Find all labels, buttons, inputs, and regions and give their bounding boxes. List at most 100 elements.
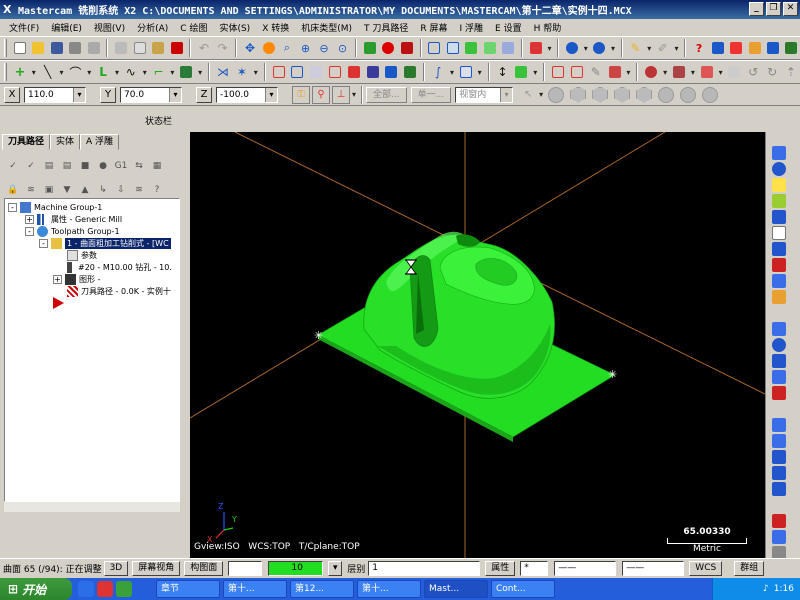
autocursor-dropdown[interactable]	[350, 86, 358, 104]
polygon-select-icon[interactable]	[658, 86, 675, 103]
ie-icon[interactable]	[78, 581, 94, 597]
solid-table-icon[interactable]	[772, 530, 786, 544]
line-style-field[interactable]: ——	[554, 561, 617, 576]
collapse-icon[interactable]: -	[8, 202, 17, 212]
fit-screen-icon[interactable]	[260, 39, 277, 57]
menu-analyze[interactable]: 分析(A)	[131, 21, 174, 34]
red-cube-icon[interactable]	[772, 386, 786, 400]
area-select-icon[interactable]	[614, 86, 631, 103]
translate-icon[interactable]	[326, 63, 344, 81]
solid-chamfer-icon[interactable]	[670, 63, 688, 81]
surface-dropdown[interactable]	[448, 63, 456, 81]
single-select-icon[interactable]	[636, 86, 653, 103]
shell-icon[interactable]	[772, 466, 786, 480]
layers-icon[interactable]	[772, 274, 786, 288]
gview-dropdown[interactable]	[582, 39, 590, 57]
construction-plane-button[interactable]: 构图面	[184, 561, 224, 576]
highfeed-icon[interactable]: ⇆	[131, 158, 147, 174]
repaint-icon[interactable]	[380, 39, 397, 57]
modify-dropdown[interactable]	[624, 63, 632, 81]
verify-ops-icon[interactable]: ●	[95, 158, 111, 174]
tool-manager-icon[interactable]	[783, 39, 800, 57]
tab-solids[interactable]: 实体	[50, 134, 81, 150]
help-ops-icon[interactable]: ?	[149, 182, 165, 198]
spline-dropdown[interactable]	[141, 63, 149, 81]
solid-fillet-dropdown[interactable]	[717, 63, 725, 81]
arrow-down-icon[interactable]	[772, 370, 786, 384]
menu-machine-type[interactable]: 机床类型(M)	[295, 21, 358, 34]
selection-mode-dropdown[interactable]: ▾	[500, 87, 513, 102]
arc-dropdown[interactable]	[85, 63, 93, 81]
single-display-icon[interactable]: ≋	[131, 182, 147, 198]
window-select-icon[interactable]	[592, 86, 609, 103]
task-chapter-10b[interactable]: 第十...	[357, 580, 421, 598]
minimize-button[interactable]: _	[749, 2, 764, 16]
z-coord-field[interactable]: -100.0 ▾	[216, 86, 278, 103]
autocursor-icon[interactable]: ⊥	[332, 85, 350, 104]
post-icon[interactable]	[764, 39, 781, 57]
stretch-icon[interactable]	[383, 63, 401, 81]
move-down-icon[interactable]: ▼	[59, 182, 75, 198]
scroll-insert-icon[interactable]: ⇩	[113, 182, 129, 198]
end-selection-icon[interactable]	[702, 86, 719, 103]
z-coord-button[interactable]: Z	[196, 86, 212, 103]
delete-ops-icon[interactable]: ▦	[149, 158, 165, 174]
render-cube-icon[interactable]	[527, 39, 544, 57]
restore-button[interactable]: ❐	[766, 2, 781, 16]
task-chapter[interactable]: 章节	[156, 580, 220, 598]
help-question-icon[interactable]: ?	[690, 39, 707, 57]
regenerate-dirty-icon[interactable]: ▤	[59, 158, 75, 174]
grid-table-icon[interactable]	[549, 63, 567, 81]
delete-icon[interactable]	[168, 39, 185, 57]
menu-screen[interactable]: R 屏幕	[414, 21, 453, 34]
x-coord-field[interactable]: 110.0 ▾	[24, 86, 86, 103]
backplot-ops-icon[interactable]: ■	[77, 158, 93, 174]
toolbar-grip[interactable]	[4, 39, 7, 57]
revolve-blue-icon[interactable]	[772, 338, 786, 352]
task-chapter-10a[interactable]: 第十...	[223, 580, 287, 598]
scale-icon[interactable]	[307, 63, 325, 81]
undo-icon[interactable]: ↶	[195, 39, 212, 57]
start-button[interactable]: ⊞ 开始	[0, 578, 72, 600]
edit-pencil-icon[interactable]: ✎	[587, 63, 605, 81]
menu-file[interactable]: 文件(F)	[3, 21, 45, 34]
lock-icon[interactable]: ⚿	[292, 85, 310, 104]
x-coord-dropdown[interactable]: ▾	[73, 87, 85, 102]
menu-edit[interactable]: 编辑(E)	[45, 21, 88, 34]
solid-dropdown[interactable]	[661, 63, 669, 81]
menu-settings[interactable]: E 设置	[489, 21, 528, 34]
new-file-icon[interactable]	[11, 39, 28, 57]
arc-arrow-icon[interactable]	[772, 354, 786, 368]
surface-icon[interactable]: ∫	[429, 63, 447, 81]
shaded-cube-icon[interactable]	[463, 39, 480, 57]
app-green-icon[interactable]	[116, 581, 132, 597]
open-folder-icon[interactable]	[29, 39, 46, 57]
menu-solids[interactable]: 实体(S)	[213, 21, 256, 34]
groups-button[interactable]: 群组	[734, 561, 765, 576]
zoom-window-icon[interactable]: ⌕	[278, 39, 295, 57]
screen-view-button[interactable]: 屏幕视角	[132, 561, 181, 576]
point-style-field[interactable]: *	[520, 561, 549, 576]
prism-icon[interactable]	[726, 63, 744, 81]
z-depth-field[interactable]	[228, 561, 263, 576]
vector-select-icon[interactable]	[680, 86, 697, 103]
shaded-outline-icon[interactable]	[481, 39, 498, 57]
arc-icon[interactable]: ⌒	[66, 63, 84, 81]
copy-icon[interactable]	[131, 39, 148, 57]
block-blue-2-icon[interactable]	[772, 434, 786, 448]
list-icon[interactable]	[568, 63, 586, 81]
wireframe-icon[interactable]	[426, 39, 443, 57]
post-ops-icon[interactable]: G1	[113, 158, 129, 174]
revolve-icon[interactable]: ↺	[744, 63, 762, 81]
eraser-icon[interactable]: ✐	[654, 39, 671, 57]
attributes-button[interactable]: 属性	[485, 561, 516, 576]
graphics-viewport[interactable]: ✳ ✳ Z X Y Gview:ISO WCS:TOP T/Cplane:TOP…	[190, 132, 765, 558]
transparent-icon[interactable]	[500, 39, 517, 57]
y-coord-button[interactable]: Y	[100, 86, 116, 103]
insert-arrow[interactable]	[53, 297, 64, 309]
diskette-icon[interactable]	[772, 242, 786, 256]
collapse-icon[interactable]: -	[39, 238, 48, 248]
solid-chamfer-dropdown[interactable]	[689, 63, 697, 81]
zoom-target-icon[interactable]: ⊙	[334, 39, 351, 57]
verify-icon[interactable]	[746, 39, 763, 57]
